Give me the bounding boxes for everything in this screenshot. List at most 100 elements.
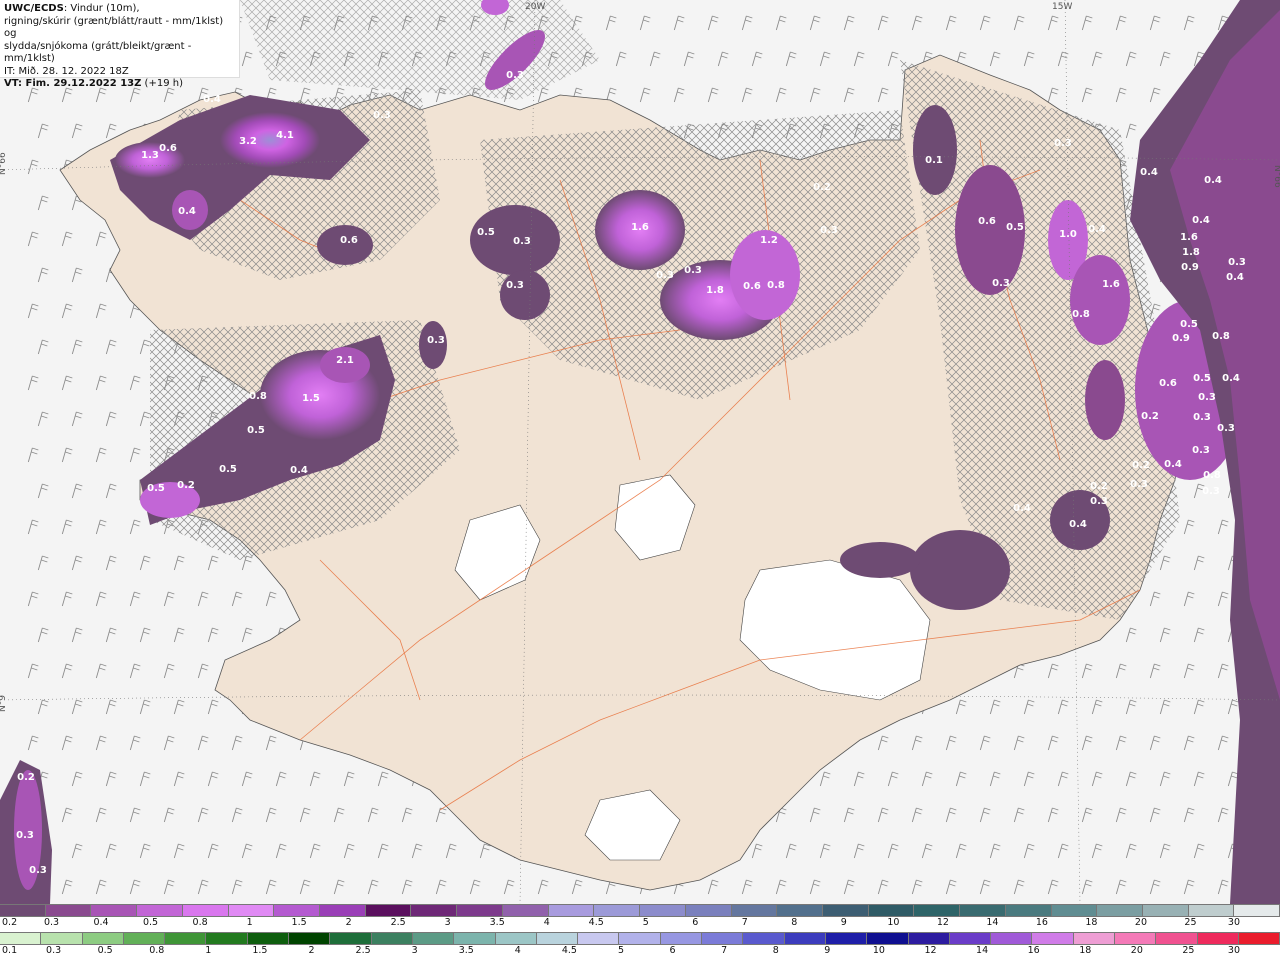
precip-value-label: 1.0 [1059,229,1077,240]
precip-value-label: 0.9 [1172,333,1190,344]
snow-scale-tick: 14 [986,917,999,928]
header-line-1: UWC/ECDS: Vindur (10m), [4,3,235,16]
precip-value-label: 1.2 [760,235,778,246]
rain-swatch [495,933,537,944]
rain-scale-tick: 1 [205,945,212,956]
snow-swatch [1097,905,1143,916]
precip-value-label: 0.3 [506,70,524,81]
precip-value-label: 0.3 [16,830,34,841]
lat-label-west: N°66 [0,152,8,175]
precip-value-label: 0.3 [684,265,702,276]
model-name: UWC/ECDS [4,3,64,14]
precip-value-label: 0.2 [1141,411,1159,422]
precip-value-label: 0.8 [1072,309,1090,320]
rain-scale-tick: 4.5 [561,945,577,956]
snow-scale-tick: 30 [1227,917,1240,928]
snow-scale-tick: 1 [246,917,253,928]
rain-scale-tick: 2 [308,945,315,956]
snow-scale-tick: 5 [642,917,649,928]
rain-swatch [206,933,248,944]
rain-swatch [82,933,124,944]
precip-value-label: 0.6 [340,235,358,246]
precip-value-label: 0.6 [743,281,761,292]
rain-swatch [1032,933,1074,944]
snow-swatch [1142,905,1189,916]
snow-swatch [685,905,732,916]
precip-value-label: 0.3 [1202,486,1220,497]
rain-swatch [578,933,620,944]
snow-scale-ticks: 0.2 0.3 0.4 0.5 0.8 1 1.5 2 2.5 3 3.5 4 4.5 5 6 7 8 9 10 12… [0,917,1280,930]
precip-value-label: 0.4 [178,206,196,217]
snow-scale-tick: 20 [1134,917,1147,928]
rain-scale-tick: 3 [411,945,418,956]
snow-scale-tick: 10 [887,917,900,928]
precip-value-label: 0.3 [992,278,1010,289]
valid-time: VT: Fim. 29.12.2022 13Z [4,78,142,89]
snow-scale-tick: 7 [741,917,748,928]
precip-value-label: 0.3 [1090,496,1108,507]
rain-scale-tick: 7 [721,945,728,956]
rain-swatch [0,933,42,944]
rain-swatch [949,933,992,944]
map-header: UWC/ECDS: Vindur (10m), rigning/skúrir (… [0,0,240,89]
precip-value-label: 0.4 [1140,167,1158,178]
rain-swatch [289,933,331,944]
precip-value-label: 0.2 [813,182,831,193]
rain-scale-tick: 2.5 [355,945,371,956]
rain-swatch [743,933,785,944]
header-line-3: slydda/snjókoma (grátt/bleikt/grænt - mm… [4,40,192,65]
snow-swatch [320,905,366,916]
precip-value-label: 0.3 [1228,257,1246,268]
header-line-1-rest: : Vindur (10m), [63,3,140,14]
rain-swatch [412,933,455,944]
snow-swatch [1051,905,1098,916]
snow-swatch [868,905,915,916]
issue-time: IT: Mið. 28. 12. 2022 18Z [4,65,129,77]
snow-scale-tick: 3 [444,917,451,928]
precip-value-label: 0.3 [1198,392,1216,403]
rain-swatch [454,933,496,944]
precip-value-label: 0.5 [1193,373,1211,384]
precip-value-label: 0.3 [1217,423,1235,434]
lon-label-20w: 20W [525,2,545,12]
snow-scale-tick: 0.4 [93,917,109,928]
snow-swatch [960,905,1006,916]
snow-swatch [640,905,686,916]
rain-swatch [1073,933,1116,944]
precip-value-label: 0.4 [1226,272,1244,283]
precip-value-label: 1.6 [631,222,649,233]
rain-scale-tick: 4 [514,945,521,956]
rain-scale-ticks: 0.1 0.3 0.5 0.8 1 1.5 2 2.5 3 3.5 4 4.5 5 6 7 8 9 10 12 14 1… [0,945,1280,958]
snow-swatch [548,905,595,916]
snow-swatch [822,905,869,916]
rain-swatch [41,933,83,944]
snow-swatch [137,905,183,916]
rain-scale-tick: 5 [617,945,625,956]
snow-scale-tick: 9 [840,917,847,928]
snow-scale-tick: 0.3 [43,917,60,928]
precip-value-label: 0.3 [820,225,838,236]
precip-value-label: 0.4 [1192,215,1210,226]
precip-value-label: 0.3 [1054,138,1072,149]
color-legend: 0.2 0.3 0.4 0.5 0.8 1 1.5 2 2.5 3 3.5 4 4.5 5 6 7 8 9 10 12… [0,904,1280,960]
rain-scale-tick: 18 [1079,945,1092,956]
precip-value-label: 0.5 [147,483,165,494]
precip-value-label: 0.6 [1159,378,1177,389]
snow-swatch [1005,905,1052,916]
rain-scale-tick: 10 [872,945,885,956]
precip-value-label: 0.3 [1193,412,1211,423]
snow-swatch [228,905,275,916]
snow-scale-tick: 0.5 [142,917,159,928]
precip-value-label: 1.5 [302,393,320,404]
precip-value-label: 0.4 [203,94,221,105]
precip-value-label: 0.2 [1132,460,1150,471]
precip-value-label: 0.4 [1069,519,1087,530]
snow-scale-tick: 0.2 [2,917,18,928]
rain-swatch [536,933,579,944]
precip-value-label: 0.3 [1192,445,1210,456]
precip-value-label: 4.1 [276,130,294,141]
snow-scale-tick: 4.5 [588,917,604,928]
snow-swatch [594,905,641,916]
snow-swatch [182,905,229,916]
snow-scale-tick: 25 [1184,917,1197,928]
